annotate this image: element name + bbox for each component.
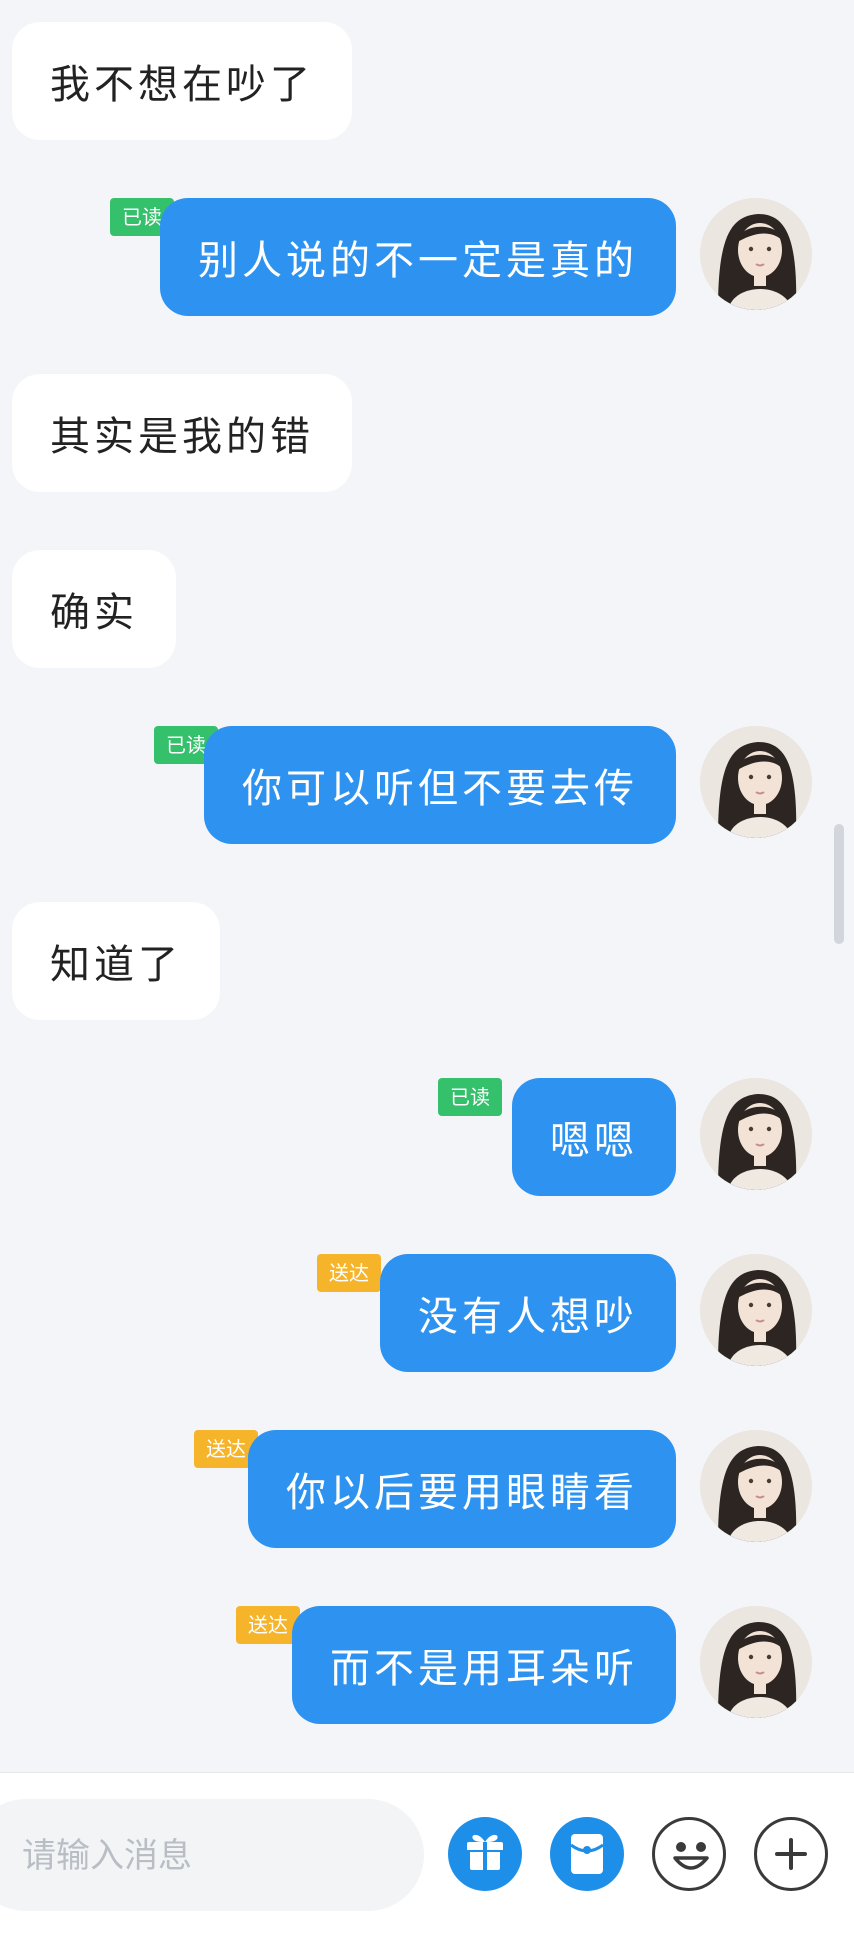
user-avatar-icon[interactable] [700, 1078, 812, 1190]
delivered-status-badge: 送达 [317, 1254, 381, 1292]
outgoing-bubble[interactable]: 别人说的不一定是真的 [160, 198, 676, 316]
outgoing-bubble[interactable]: 没有人想吵 [380, 1254, 676, 1372]
red-packet-icon [570, 1834, 604, 1874]
outgoing-bubble[interactable]: 嗯嗯 [512, 1078, 676, 1196]
message-incoming: 确实 [0, 550, 854, 668]
message-outgoing: 已读 嗯嗯 [0, 1078, 854, 1196]
delivered-status-badge: 送达 [236, 1606, 300, 1644]
gift-icon [467, 1834, 503, 1870]
user-avatar-icon[interactable] [700, 1254, 812, 1366]
message-incoming: 知道了 [0, 902, 854, 1020]
message-outgoing: 送达 没有人想吵 [0, 1254, 854, 1372]
message-input-container[interactable] [0, 1799, 424, 1913]
emoji-icon [673, 1842, 709, 1870]
message-outgoing: 送达 你以后要用眼睛看 [0, 1430, 854, 1548]
incoming-bubble[interactable]: 我不想在吵了 [12, 22, 352, 140]
message-outgoing: 已读 你可以听但不要去传 [0, 726, 854, 844]
message-input[interactable] [20, 1799, 394, 1913]
chat-screen: 我不想在吵了 已读 别人说的不一定是真的 其实是我的错 确实 已读 你可以听但不… [0, 0, 854, 1940]
read-status-badge: 已读 [438, 1078, 502, 1116]
user-avatar-icon[interactable] [700, 1606, 812, 1718]
outgoing-bubble[interactable]: 你以后要用眼睛看 [248, 1430, 676, 1548]
red-packet-button[interactable] [550, 1817, 624, 1891]
outgoing-bubble[interactable]: 而不是用耳朵听 [292, 1606, 676, 1724]
incoming-bubble[interactable]: 其实是我的错 [12, 374, 352, 492]
message-outgoing: 已读 别人说的不一定是真的 [0, 198, 854, 316]
plus-icon [775, 1838, 807, 1870]
message-composer [0, 1772, 854, 1940]
message-list[interactable]: 我不想在吵了 已读 别人说的不一定是真的 其实是我的错 确实 已读 你可以听但不… [0, 0, 854, 1772]
user-avatar-icon[interactable] [700, 1430, 812, 1542]
outgoing-bubble[interactable]: 你可以听但不要去传 [204, 726, 676, 844]
incoming-bubble[interactable]: 确实 [12, 550, 176, 668]
gift-button[interactable] [448, 1817, 522, 1891]
user-avatar-icon[interactable] [700, 726, 812, 838]
plus-button[interactable] [754, 1817, 828, 1891]
message-incoming: 其实是我的错 [0, 374, 854, 492]
incoming-bubble[interactable]: 知道了 [12, 902, 220, 1020]
message-outgoing: 送达 而不是用耳朵听 [0, 1606, 854, 1724]
message-incoming: 我不想在吵了 [0, 22, 854, 140]
scrollbar[interactable] [834, 824, 844, 944]
emoji-button[interactable] [652, 1817, 726, 1891]
user-avatar-icon[interactable] [700, 198, 812, 310]
